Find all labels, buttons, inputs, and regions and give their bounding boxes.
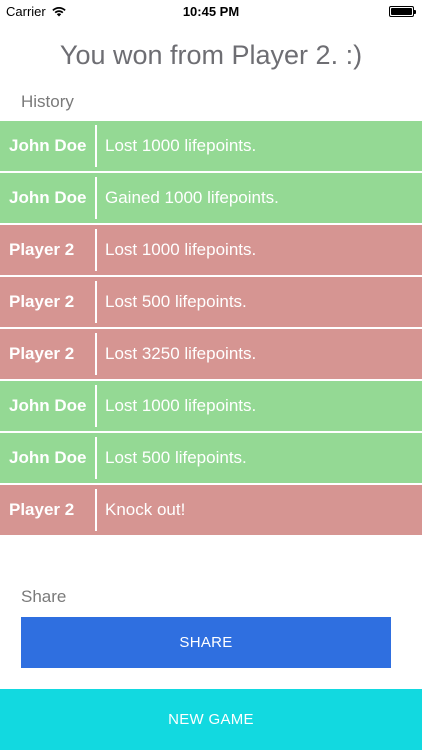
history-row: Player 2 Lost 1000 lifepoints.: [0, 225, 422, 277]
page-title: You won from Player 2. :): [59, 40, 363, 70]
history-row: Player 2 Lost 3250 lifepoints.: [0, 329, 422, 381]
history-event: Lost 1000 lifepoints.: [105, 396, 257, 415]
player-name: Player 2: [9, 292, 75, 311]
player-name: John Doe: [9, 396, 87, 415]
player-name: John Doe: [9, 136, 87, 155]
player-name: Player 2: [9, 500, 75, 519]
status-bar: Carrier 10:45 PM: [0, 0, 422, 22]
status-bar-right: [389, 6, 416, 17]
battery-icon: [389, 6, 416, 17]
share-label: Share: [21, 587, 67, 606]
player-name: John Doe: [9, 448, 87, 467]
history-event: Knock out!: [105, 500, 186, 519]
battery-level: [391, 8, 412, 15]
history-label: History: [21, 92, 74, 111]
history-row: Player 2 Lost 500 lifepoints.: [0, 277, 422, 329]
history-event: Lost 3250 lifepoints.: [105, 344, 257, 363]
history-row: John Doe Lost 1000 lifepoints.: [0, 381, 422, 433]
history-list: John Doe Lost 1000 lifepoints. John Doe …: [0, 121, 422, 537]
history-event: Gained 1000 lifepoints.: [105, 188, 279, 207]
history-row: John Doe Lost 1000 lifepoints.: [0, 121, 422, 173]
clock: 10:45 PM: [182, 4, 240, 19]
history-event: Lost 1000 lifepoints.: [105, 136, 257, 155]
history-row: John Doe Lost 500 lifepoints.: [0, 433, 422, 485]
player-name: John Doe: [9, 188, 87, 207]
share-button[interactable]: SHARE: [21, 617, 391, 668]
player-name: Player 2: [9, 344, 75, 363]
history-event: Lost 500 lifepoints.: [105, 292, 247, 311]
history-event: Lost 1000 lifepoints.: [105, 240, 257, 259]
history-event: Lost 500 lifepoints.: [105, 448, 247, 467]
history-row: John Doe Gained 1000 lifepoints.: [0, 173, 422, 225]
history-row: Player 2 Knock out!: [0, 485, 422, 537]
new-game-button[interactable]: NEW GAME: [0, 689, 422, 750]
player-name: Player 2: [9, 240, 75, 259]
